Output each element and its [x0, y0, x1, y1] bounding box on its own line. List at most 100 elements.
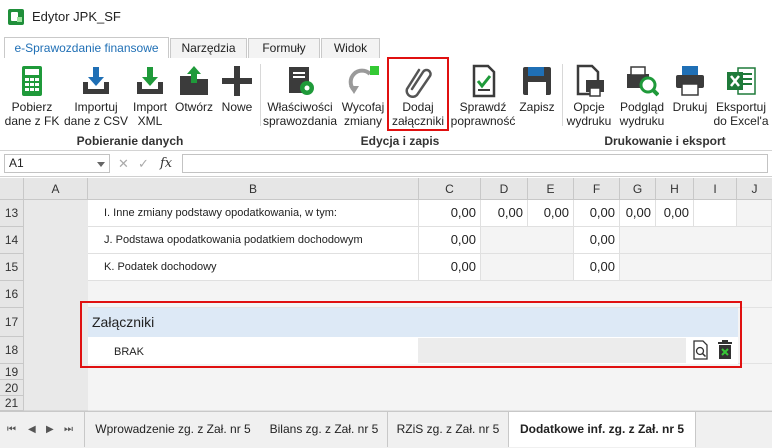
column-header[interactable]: G [620, 178, 656, 200]
formula-input[interactable] [182, 154, 768, 173]
row-header[interactable]: 16 [0, 281, 24, 308]
drukuj-label: Drukuj [672, 100, 708, 114]
cell-empty[interactable] [694, 200, 737, 227]
sheet-tab-dodatkowe[interactable]: Dodatkowe inf. zg. z Zał. nr 5 [509, 412, 696, 447]
podglad-wydruku-button[interactable]: Podgląd wydruku [616, 60, 668, 132]
row-header[interactable]: 15 [0, 254, 24, 281]
nowe-label: Nowe [221, 100, 253, 114]
title-bar: Edytor JPK_SF [0, 0, 772, 34]
column-header[interactable]: A [24, 178, 88, 200]
column-header[interactable]: E [528, 178, 574, 200]
cell-value[interactable]: 0,00 [528, 200, 574, 227]
row-header[interactable]: 20 [0, 380, 24, 396]
confirm-icon[interactable]: ✓ [138, 156, 149, 172]
print-preview-icon [627, 66, 659, 97]
column-header[interactable]: H [656, 178, 694, 200]
column-header[interactable]: F [574, 178, 620, 200]
row-header[interactable]: 19 [0, 364, 24, 380]
column-header[interactable]: I [694, 178, 737, 200]
import-xml-button[interactable]: Import XML [130, 60, 170, 132]
highlight-dodaj-zalaczniki [387, 57, 449, 131]
podglad-label: Podgląd [619, 100, 665, 114]
zapisz-label: Zapisz [519, 100, 555, 114]
column-header[interactable]: B [88, 178, 419, 200]
print-options-icon [576, 64, 604, 97]
opcje-wydruku-button[interactable]: Opcje wydruku [566, 60, 612, 132]
ribbon: Pobierz dane z FK Importuj dane z CSV Impo… [0, 58, 772, 151]
tab-narzedzia[interactable]: Narzędzia [170, 38, 247, 58]
otworz-button[interactable]: Otwórz [174, 60, 214, 132]
column-header[interactable]: C [419, 178, 481, 200]
column-header[interactable]: J [737, 178, 772, 200]
wlasciwosci-label-2: sprawozdania [262, 114, 338, 128]
cancel-icon[interactable]: ✕ [118, 156, 129, 172]
sprawdz-poprawnosc-button[interactable]: Sprawdź poprawność [451, 60, 515, 132]
importuj-label: Importuj [74, 100, 118, 114]
cell-label[interactable]: K. Podatek dochodowy [88, 254, 419, 281]
corner-cell[interactable] [0, 178, 24, 200]
cell-value[interactable]: 0,00 [419, 227, 481, 254]
drukuj-button[interactable]: Drukuj [670, 60, 710, 132]
wlasciwosci-label: Właściwości [267, 100, 333, 114]
open-icon [180, 66, 208, 95]
import-csv-icon [83, 67, 109, 94]
sprawdz-label-2: poprawność [450, 114, 516, 128]
cell-disabled [481, 254, 574, 281]
cell-value[interactable]: 0,00 [620, 200, 656, 227]
pobierz-label-2: dane z FK [4, 114, 60, 128]
cell-value[interactable]: 0,00 [574, 200, 620, 227]
row-header[interactable]: 13 [0, 200, 24, 227]
last-sheet-icon[interactable]: ⏭ [64, 424, 73, 435]
import-xml-label-2: XML [137, 114, 163, 128]
wycofaj-label: Wycofaj [341, 100, 385, 114]
tab-e-sprawozdanie[interactable]: e-Sprawozdanie finansowe [4, 37, 169, 59]
save-icon [523, 67, 551, 95]
cell-value[interactable]: 0,00 [574, 254, 620, 281]
importuj-label-2: dane z CSV [63, 114, 129, 128]
row-header[interactable]: 17 [0, 308, 24, 337]
import-xml-label: Import [132, 100, 167, 114]
first-sheet-icon[interactable]: ⏮ [7, 424, 16, 435]
podglad-label-2: wydruku [619, 114, 665, 128]
eksportuj-excel-button[interactable]: Eksportuj do Excel'a [714, 60, 769, 132]
cell-value[interactable]: 0,00 [481, 200, 528, 227]
cell-empty[interactable] [737, 200, 772, 227]
next-sheet-icon[interactable]: ▶ [46, 424, 54, 435]
zapisz-button[interactable]: Zapisz [516, 60, 558, 132]
tab-formuly[interactable]: Formuły [248, 38, 320, 58]
wycofaj-button[interactable]: Wycofaj zmiany [340, 60, 386, 132]
pobierz-dane-button[interactable]: Pobierz dane z FK [4, 60, 60, 132]
cell-label[interactable]: J. Podstawa opodatkowania podatkiem doch… [88, 227, 419, 254]
name-box[interactable]: A1 [4, 154, 110, 173]
cell-value[interactable]: 0,00 [656, 200, 694, 227]
opcje-label: Opcje [573, 100, 605, 114]
cell-value[interactable]: 0,00 [574, 227, 620, 254]
column-header[interactable]: D [481, 178, 528, 200]
import-xml-icon [137, 67, 163, 94]
tab-widok[interactable]: Widok [321, 38, 380, 58]
formula-bar: A1 ✕ ✓ fx [0, 152, 772, 177]
cell-disabled [481, 227, 574, 254]
sheet-tab-rzis[interactable]: RZiS zg. z Zał. nr 5 [388, 412, 509, 447]
column-a-area[interactable] [24, 200, 88, 411]
group-drukowanie-label: Drukowanie i eksport [604, 134, 726, 148]
cell-value[interactable]: 0,00 [419, 254, 481, 281]
cell-label[interactable]: I. Inne zmiany podstawy opodatkowania, w… [88, 200, 419, 227]
window-title: Edytor JPK_SF [32, 9, 121, 24]
ribbon-tab-bar: e-Sprawozdanie finansowe Narzędzia Formu… [0, 34, 772, 59]
row-header[interactable]: 14 [0, 227, 24, 254]
calculator-icon [22, 66, 42, 96]
importuj-csv-button[interactable]: Importuj dane z CSV [63, 60, 129, 132]
sheet-tab-bilans[interactable]: Bilans zg. z Zał. nr 5 [261, 412, 388, 447]
wlasciwosci-button[interactable]: Właściwości sprawozdania [262, 60, 338, 132]
prev-sheet-icon[interactable]: ◀ [28, 424, 36, 435]
row-header[interactable]: 21 [0, 396, 24, 411]
row-header[interactable]: 18 [0, 337, 24, 364]
group-edycja-label: Edycja i zapis [360, 134, 440, 148]
cell-value[interactable]: 0,00 [419, 200, 481, 227]
fx-icon[interactable]: fx [160, 156, 172, 171]
table-row[interactable] [88, 364, 772, 411]
nowe-button[interactable]: Nowe [218, 60, 256, 132]
cell-disabled [620, 227, 772, 254]
sheet-tab-wprowadzenie[interactable]: Wprowadzenie zg. z Zał. nr 5 [84, 412, 262, 447]
